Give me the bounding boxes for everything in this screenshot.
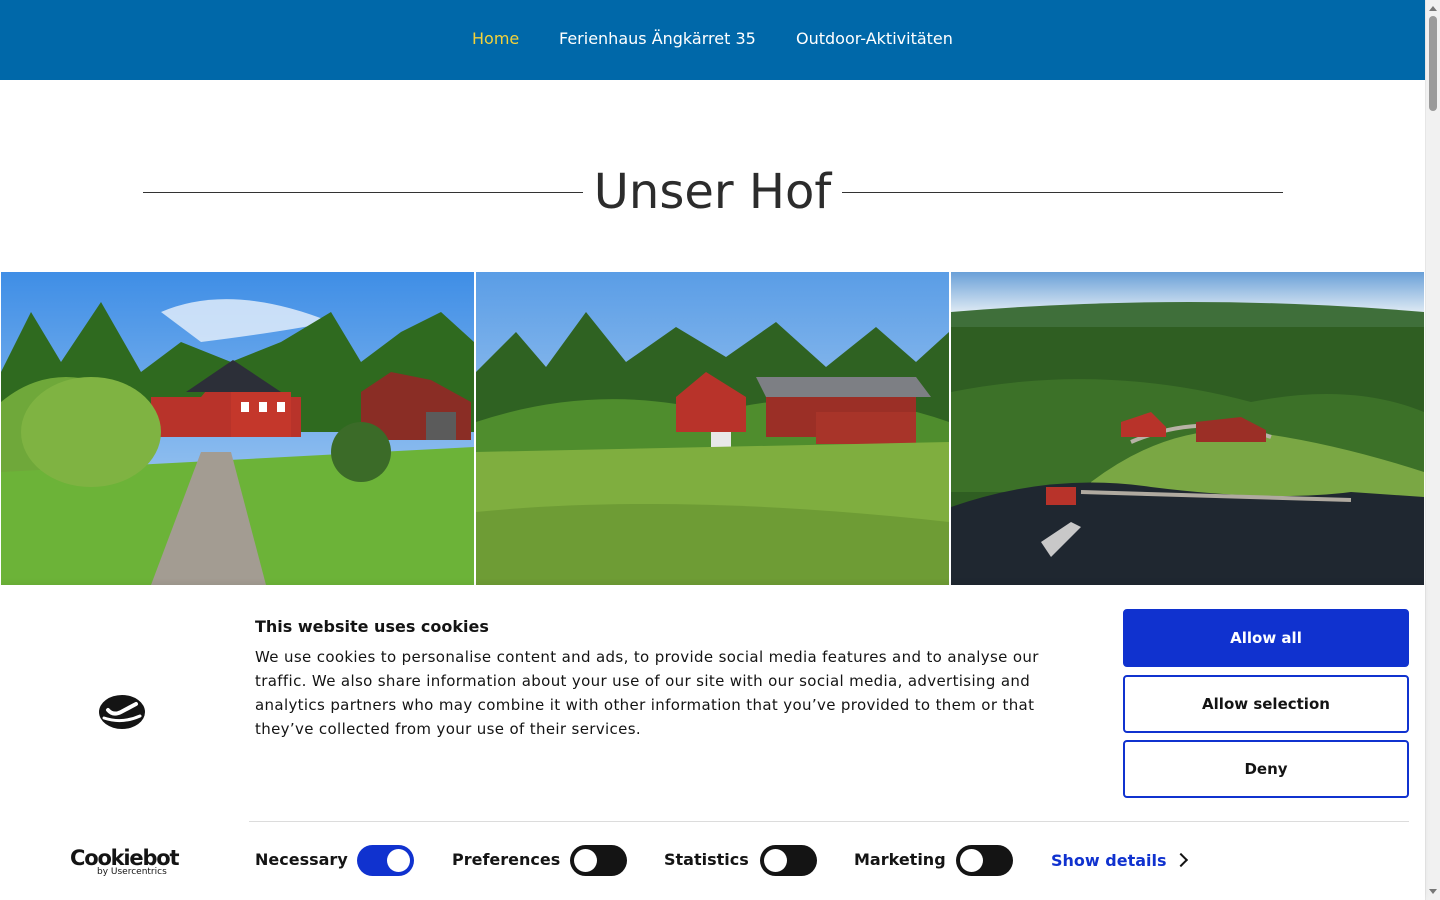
aerial-lake-farm-photo[interactable]	[951, 272, 1424, 585]
page-title: Unser Hof	[593, 164, 832, 220]
allow-all-button[interactable]: Allow all	[1123, 609, 1409, 667]
marketing-toggle[interactable]	[956, 845, 1013, 876]
photo-gallery	[0, 272, 1425, 585]
cookie-description: We use cookies to personalise content an…	[255, 648, 1039, 738]
preferences-label: Preferences	[452, 850, 561, 869]
marketing-label: Marketing	[854, 850, 946, 869]
show-details-link[interactable]: Show details	[1051, 851, 1167, 871]
statistics-toggle[interactable]	[760, 845, 817, 876]
chevron-right-icon[interactable]	[1173, 852, 1189, 868]
toggle-knob	[574, 849, 597, 872]
cookiebot-logo-icon	[99, 695, 145, 729]
preferences-toggle[interactable]	[570, 845, 627, 876]
cookiebot-brand: Cookiebot by Usercentrics	[70, 847, 180, 877]
necessary-label: Necessary	[255, 850, 348, 869]
page-scrollbar[interactable]	[1425, 0, 1440, 900]
title-divider-right	[842, 192, 1283, 193]
scroll-up-icon[interactable]	[1429, 6, 1437, 11]
nav-item-home[interactable]: Home	[472, 29, 519, 49]
allow-selection-button[interactable]: Allow selection	[1123, 675, 1409, 733]
brand-sub: by Usercentrics	[97, 867, 167, 877]
farmhouse-driveway-photo[interactable]	[1, 272, 474, 585]
title-divider-left	[143, 192, 583, 193]
scroll-thumb[interactable]	[1429, 16, 1437, 111]
necessary-toggle[interactable]	[357, 845, 414, 876]
farmyard-meadow-image	[476, 272, 949, 585]
farmyard-meadow-photo[interactable]	[476, 272, 949, 585]
title-section: Unser Hof	[143, 160, 1283, 224]
nav-item-outdoor[interactable]: Outdoor-Aktivitäten	[796, 29, 953, 49]
brand-name: Cookiebot	[70, 846, 180, 870]
aerial-lake-farm-image	[951, 272, 1424, 585]
toggle-knob	[387, 849, 410, 872]
farmhouse-driveway-image	[1, 272, 474, 585]
cookie-heading: This website uses cookies	[255, 617, 489, 636]
deny-button[interactable]: Deny	[1123, 740, 1409, 798]
cookie-consent-banner: This website uses cookies We use cookies…	[0, 585, 1425, 900]
statistics-label: Statistics	[664, 850, 749, 869]
nav-item-ferienhaus[interactable]: Ferienhaus Ängkärret 35	[559, 29, 756, 49]
top-navigation: Home Ferienhaus Ängkärret 35 Outdoor-Akt…	[0, 0, 1425, 80]
toggle-knob	[960, 849, 983, 872]
toggle-knob	[764, 849, 787, 872]
scroll-down-icon[interactable]	[1429, 889, 1437, 894]
cookie-divider	[249, 821, 1409, 822]
